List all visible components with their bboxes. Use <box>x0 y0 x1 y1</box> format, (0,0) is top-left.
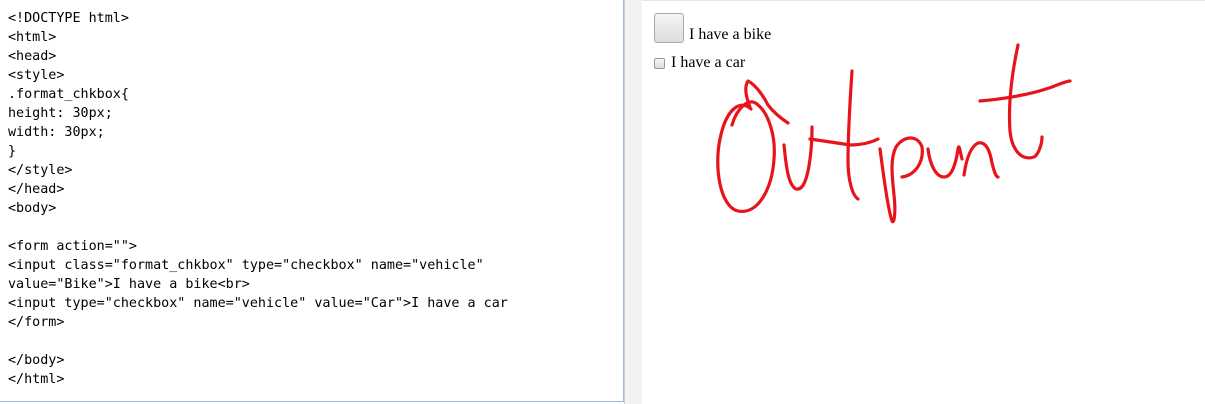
handwritten-output-annotation <box>716 43 1072 224</box>
code-editor[interactable]: <!DOCTYPE html> <html> <head> <style> .forma… <box>0 0 623 389</box>
scribble-letter-t1 <box>846 69 860 201</box>
scribble-letter-u <box>782 125 814 191</box>
code-line-14: <input class="format_chkbox" type="check… <box>8 258 484 273</box>
code-line-1: <!DOCTYPE html> <box>8 11 129 26</box>
pane-divider[interactable] <box>624 0 642 404</box>
code-line-3: <head> <box>8 49 57 64</box>
code-line-11: <body> <box>8 201 57 216</box>
code-line-7: width: 30px; <box>8 125 105 140</box>
code-line-19: </body> <box>8 353 65 368</box>
scribble-letter-t2-cross <box>978 79 1072 103</box>
code-line-2: <html> <box>8 30 57 45</box>
code-line-10: </head> <box>8 182 65 197</box>
scribble-letter-o <box>716 100 776 213</box>
scribble-letter-u2 <box>926 145 964 179</box>
bike-checkbox[interactable] <box>654 13 684 43</box>
scribble-letter-t2 <box>1007 43 1044 160</box>
output-preview-pane: I have a bike I have a car <box>642 0 1205 404</box>
code-line-20: </html> <box>8 372 65 387</box>
code-line-17: </form> <box>8 315 65 330</box>
code-line-8: } <box>8 144 17 159</box>
car-checkbox[interactable] <box>654 57 665 69</box>
code-line-15: value="Bike">I have a bike<br> <box>8 277 250 292</box>
code-line-4: <style> <box>8 68 65 83</box>
code-line-6: height: 30px; <box>8 106 113 121</box>
code-line-5: .format_chkbox{ <box>8 87 129 102</box>
code-line-9: </style> <box>8 163 73 178</box>
code-editor-pane[interactable]: <!DOCTYPE html> <html> <head> <style> .forma… <box>0 0 625 402</box>
scribble-letter-p <box>878 136 924 224</box>
scribble-letter-t1-cross <box>808 137 880 147</box>
scribble-letter-n <box>962 141 1000 179</box>
code-line-16: <input type="checkbox" name="vehicle" va… <box>8 296 508 311</box>
code-line-13: <form action=""> <box>8 239 137 254</box>
